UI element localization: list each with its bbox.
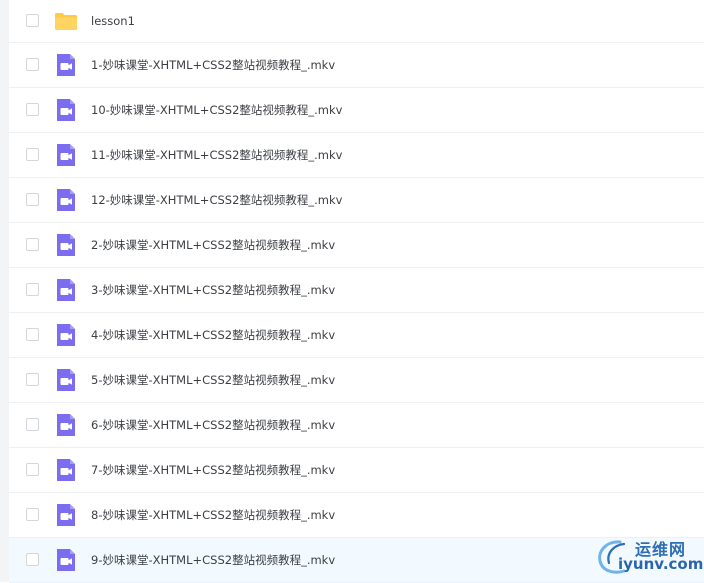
file-name[interactable]: 6-妙味课堂-XHTML+CSS2整站视频教程_.mkv [91, 417, 335, 433]
file-name[interactable]: 2-妙味课堂-XHTML+CSS2整站视频教程_.mkv [91, 237, 335, 253]
video-file-icon [54, 188, 78, 212]
file-name[interactable]: 9-妙味课堂-XHTML+CSS2整站视频教程_.mkv [91, 552, 335, 568]
video-file-icon [54, 143, 78, 167]
file-name[interactable]: lesson1 [91, 14, 135, 28]
file-name[interactable]: 8-妙味课堂-XHTML+CSS2整站视频教程_.mkv [91, 507, 335, 523]
row-checkbox[interactable] [26, 418, 39, 431]
file-row[interactable]: 4-妙味课堂-XHTML+CSS2整站视频教程_.mkv [9, 313, 704, 358]
file-name[interactable]: 12-妙味课堂-XHTML+CSS2整站视频教程_.mkv [91, 192, 342, 208]
file-name[interactable]: 1-妙味课堂-XHTML+CSS2整站视频教程_.mkv [91, 57, 335, 73]
row-checkbox[interactable] [26, 238, 39, 251]
file-row[interactable]: 10-妙味课堂-XHTML+CSS2整站视频教程_.mkv [9, 88, 704, 133]
file-name[interactable]: 3-妙味课堂-XHTML+CSS2整站视频教程_.mkv [91, 282, 335, 298]
video-file-icon [54, 548, 78, 572]
watermark: 运维网 iyunv.com [594, 536, 704, 576]
row-checkbox[interactable] [26, 283, 39, 296]
video-file-icon [54, 53, 78, 77]
row-checkbox[interactable] [26, 508, 39, 521]
file-row[interactable]: 3-妙味课堂-XHTML+CSS2整站视频教程_.mkv [9, 268, 704, 313]
left-gutter [0, 0, 9, 582]
file-name[interactable]: 4-妙味课堂-XHTML+CSS2整站视频教程_.mkv [91, 327, 335, 343]
row-checkbox[interactable] [26, 14, 39, 27]
folder-row[interactable]: lesson1 [9, 0, 704, 43]
file-row[interactable]: 12-妙味课堂-XHTML+CSS2整站视频教程_.mkv [9, 178, 704, 223]
video-file-icon [54, 278, 78, 302]
folder-icon [54, 9, 78, 33]
row-checkbox[interactable] [26, 463, 39, 476]
file-row[interactable]: 8-妙味课堂-XHTML+CSS2整站视频教程_.mkv [9, 493, 704, 538]
video-file-icon [54, 98, 78, 122]
file-row[interactable]: 5-妙味课堂-XHTML+CSS2整站视频教程_.mkv [9, 358, 704, 403]
row-checkbox[interactable] [26, 148, 39, 161]
video-file-icon [54, 233, 78, 257]
video-file-icon [54, 368, 78, 392]
file-row[interactable]: 7-妙味课堂-XHTML+CSS2整站视频教程_.mkv [9, 448, 704, 493]
row-checkbox[interactable] [26, 328, 39, 341]
video-file-icon [54, 323, 78, 347]
file-row[interactable]: 6-妙味课堂-XHTML+CSS2整站视频教程_.mkv [9, 403, 704, 448]
file-row[interactable]: 1-妙味课堂-XHTML+CSS2整站视频教程_.mkv [9, 43, 704, 88]
row-checkbox[interactable] [26, 103, 39, 116]
video-file-icon [54, 458, 78, 482]
row-checkbox[interactable] [26, 193, 39, 206]
file-row[interactable]: 11-妙味课堂-XHTML+CSS2整站视频教程_.mkv [9, 133, 704, 178]
file-name[interactable]: 11-妙味课堂-XHTML+CSS2整站视频教程_.mkv [91, 147, 342, 163]
file-name[interactable]: 7-妙味课堂-XHTML+CSS2整站视频教程_.mkv [91, 462, 335, 478]
file-list: lesson1 1-妙味课堂-XHTML+CSS2整站视频教程_.mkv 10-妙味… [9, 0, 704, 583]
file-name[interactable]: 5-妙味课堂-XHTML+CSS2整站视频教程_.mkv [91, 372, 335, 388]
video-file-icon [54, 503, 78, 527]
row-checkbox[interactable] [26, 373, 39, 386]
file-name[interactable]: 10-妙味课堂-XHTML+CSS2整站视频教程_.mkv [91, 102, 342, 118]
file-row[interactable]: 2-妙味课堂-XHTML+CSS2整站视频教程_.mkv [9, 223, 704, 268]
watermark-domain: iyunv.com [618, 555, 704, 573]
row-checkbox[interactable] [26, 58, 39, 71]
row-checkbox[interactable] [26, 553, 39, 566]
video-file-icon [54, 413, 78, 437]
